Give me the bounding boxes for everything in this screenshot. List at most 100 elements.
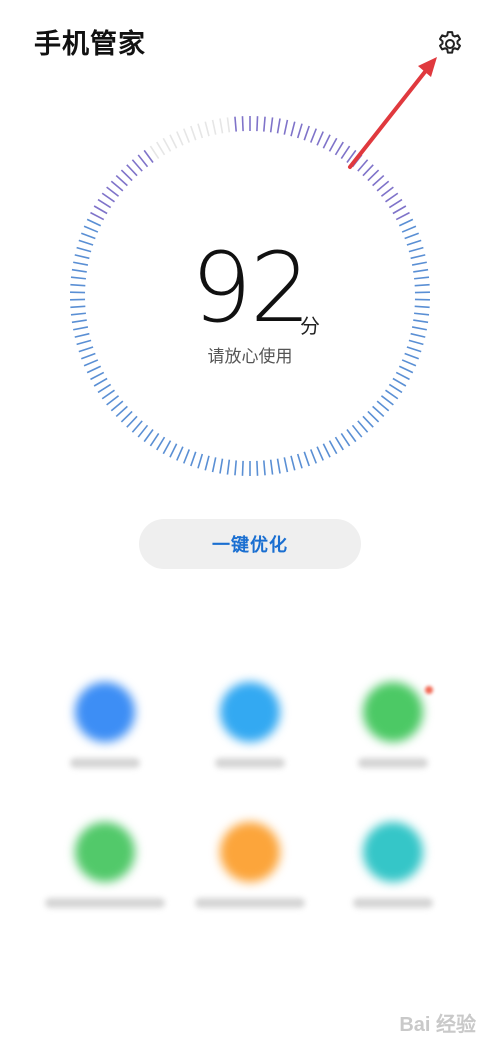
gauge-tick [328, 137, 338, 152]
gauge-tick [149, 145, 160, 160]
gauge-tick [269, 459, 274, 475]
gauge-tick [346, 429, 357, 443]
gauge-tick [101, 389, 115, 400]
gauge-tick [316, 446, 324, 461]
gauge-tick [340, 432, 351, 447]
gauge-tick [86, 365, 102, 374]
gauge-tick [340, 145, 351, 160]
shortcut-label [353, 898, 433, 908]
gauge-tick [90, 371, 105, 381]
gauge-tick [204, 121, 210, 137]
gauge-tick [86, 218, 102, 227]
gauge-tick [395, 211, 410, 221]
gauge-tick [351, 154, 363, 168]
gauge-tick [290, 455, 296, 471]
gauge-tick [162, 137, 172, 152]
gauge-tick [204, 455, 210, 471]
shortcut-tile[interactable] [30, 682, 180, 768]
gauge-tick [398, 365, 414, 374]
gauge-tick [81, 232, 96, 240]
blurred-app-icon [363, 682, 423, 742]
gauge-tick [404, 232, 419, 240]
gauge-tick [197, 453, 204, 469]
shortcut-label [195, 898, 305, 908]
blurred-app-icon [220, 682, 280, 742]
score-unit: 分 [300, 314, 320, 338]
gauge-tick [115, 405, 128, 418]
gauge-tick [226, 117, 231, 133]
gauge-tick [316, 131, 324, 146]
shortcut-tile[interactable] [175, 682, 325, 768]
gauge-tick [334, 141, 344, 156]
shortcut-tile[interactable] [175, 822, 325, 908]
gauge-tick [131, 159, 143, 172]
gauge-tick [372, 174, 385, 187]
gauge-tick [219, 118, 224, 134]
gauge-tick [385, 389, 399, 400]
gauge-tick [263, 460, 266, 476]
gauge-tick [176, 131, 184, 146]
gauge-tick [283, 457, 289, 473]
shortcut-label [358, 758, 428, 768]
gauge-tick [241, 460, 244, 476]
gauge-tick [143, 149, 154, 163]
gauge-tick [137, 154, 149, 168]
gauge-tick [211, 119, 217, 135]
gauge-tick [376, 180, 390, 192]
gauge-tick [197, 123, 204, 139]
gauge-tick [283, 119, 289, 135]
gauge-tick [120, 169, 133, 182]
shortcut-label [45, 898, 165, 908]
gauge-tick [380, 395, 394, 406]
blurred-app-icon [363, 822, 423, 882]
gauge-tick [380, 186, 394, 197]
gauge-tick [290, 121, 296, 137]
gauge-tick [372, 405, 385, 418]
shortcut-tile[interactable] [318, 822, 468, 908]
blurred-app-icon [220, 822, 280, 882]
gauge-tick [137, 424, 149, 438]
gauge-tick [211, 457, 217, 473]
gauge-tick [322, 134, 331, 149]
gauge-tick [126, 415, 138, 428]
gauge-tick [182, 128, 191, 143]
gauge-tick [143, 429, 154, 443]
gauge-tick [169, 443, 178, 458]
gauge-tick [385, 192, 399, 203]
gauge-tick [401, 225, 417, 233]
gauge-tick [357, 159, 369, 172]
shortcut-tile[interactable] [30, 822, 180, 908]
gauge-tick [115, 174, 128, 187]
notification-badge [425, 686, 433, 694]
gauge-tick [110, 180, 124, 192]
score-status: 请放心使用 [207, 347, 293, 367]
gauge-tick [97, 198, 112, 209]
gauge-tick [357, 420, 369, 433]
blurred-app-icon [75, 822, 135, 882]
gauge-tick [346, 149, 357, 163]
gauge-tick [182, 449, 191, 464]
gauge-tick [388, 383, 403, 394]
gauge-tick [392, 377, 407, 387]
gauge-tick [90, 211, 105, 221]
gauge-tick [351, 424, 363, 438]
gauge-tick [131, 420, 143, 433]
gauge-tick [110, 400, 124, 412]
gauge-tick [296, 453, 303, 469]
gauge-tick [362, 164, 374, 177]
one-click-optimize-button[interactable]: 一键优化 [139, 519, 361, 569]
gauge-tick [219, 458, 224, 474]
gauge-tick [106, 186, 120, 197]
gauge-tick [234, 460, 237, 476]
gauge-tick [156, 141, 166, 156]
baidu-watermark: Bai 经验 [399, 1014, 476, 1036]
shortcut-label [70, 758, 140, 768]
gauge-tick [398, 218, 414, 227]
gauge-tick [367, 410, 380, 423]
gauge-tick [156, 436, 166, 451]
gauge-tick [83, 225, 99, 233]
gauge-tick [376, 400, 390, 412]
gauge-tick [322, 443, 331, 458]
shortcut-tile[interactable] [318, 682, 468, 768]
gauge-tick [328, 440, 338, 455]
